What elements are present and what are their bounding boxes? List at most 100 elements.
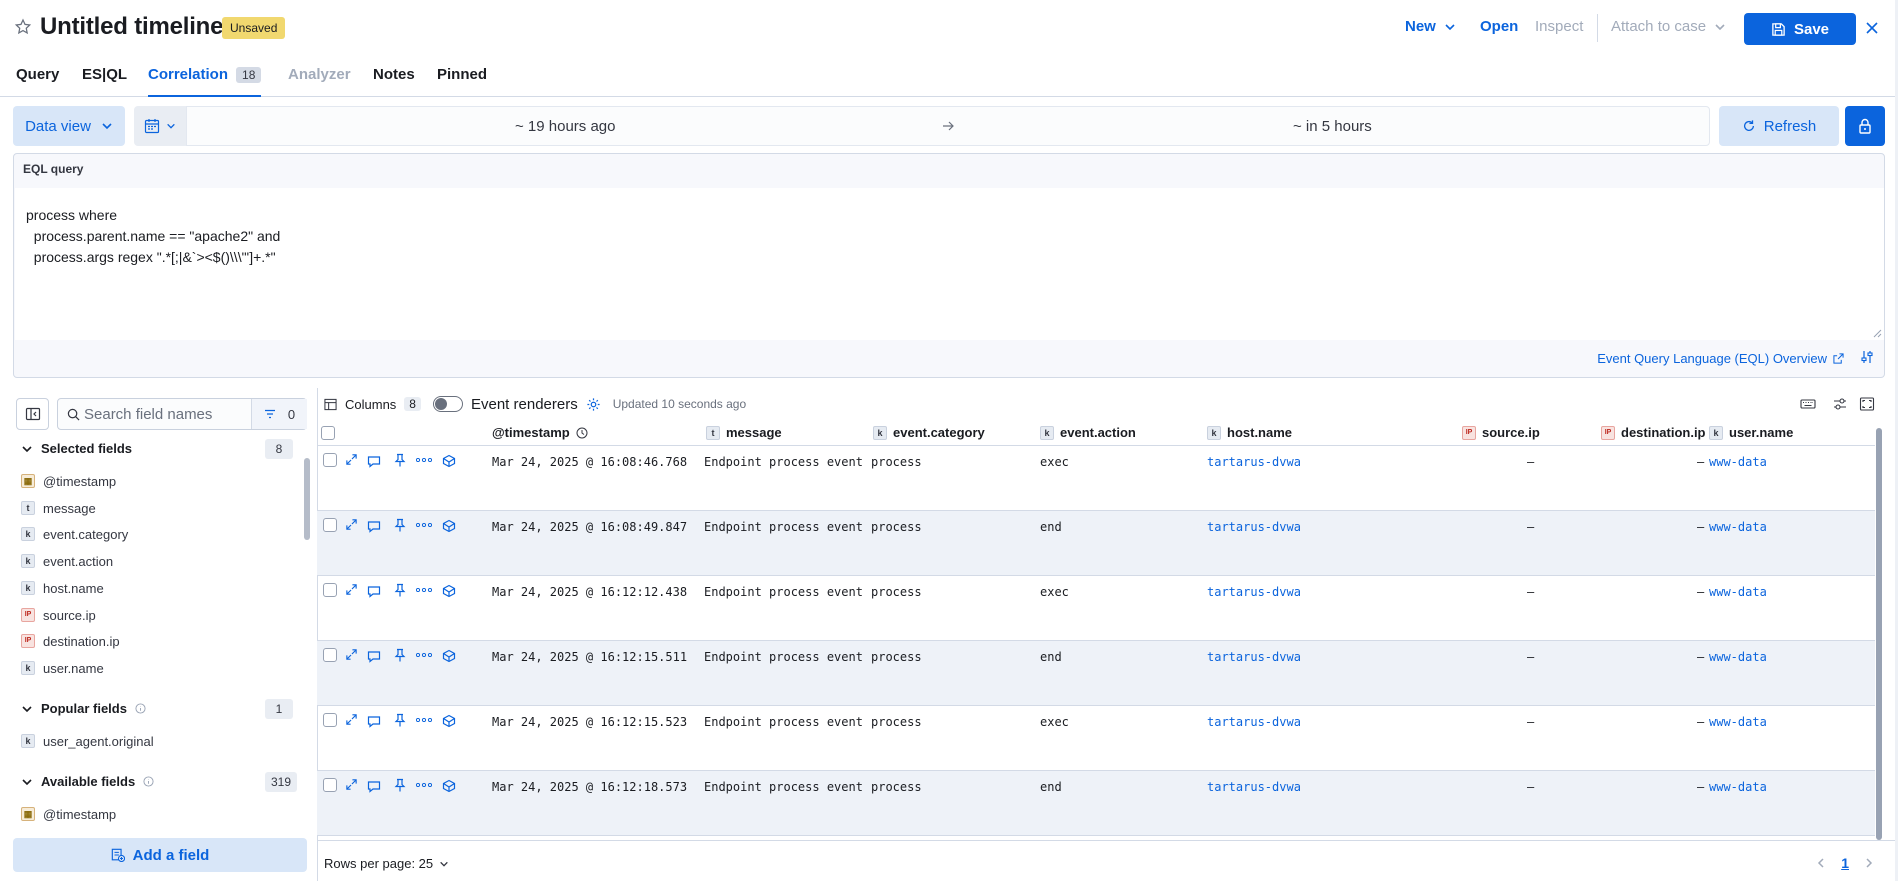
column-header-event-action[interactable]: k event.action (1040, 425, 1136, 440)
row-checkbox[interactable] (323, 583, 337, 597)
available-fields-header[interactable]: Available fields (21, 774, 154, 789)
row-checkbox[interactable] (323, 648, 337, 662)
selected-fields-header[interactable]: Selected fields (21, 441, 132, 456)
field-item[interactable]: k user_agent.original (21, 732, 154, 750)
expand-icon[interactable] (345, 518, 358, 531)
field-item[interactable]: t message (21, 499, 96, 517)
field-search-input[interactable] (84, 399, 254, 429)
quick-date-button[interactable] (134, 106, 186, 146)
cell-user-name[interactable]: www-data (1709, 455, 1767, 469)
tab-notes[interactable]: Notes (373, 66, 415, 97)
column-header-host-name[interactable]: k host.name (1207, 425, 1292, 440)
attach-to-case-button[interactable]: Attach to case (1611, 18, 1726, 35)
expand-icon[interactable] (345, 583, 358, 596)
cell-host-name[interactable]: tartarus-dvwa (1207, 455, 1301, 469)
table-row[interactable]: Mar 24, 2025 @ 16:08:46.768 Endpoint pro… (317, 446, 1875, 511)
cell-host-name[interactable]: tartarus-dvwa (1207, 585, 1301, 599)
page-1-button[interactable]: 1 (1841, 855, 1849, 871)
row-checkbox[interactable] (323, 713, 337, 727)
lock-button[interactable] (1845, 106, 1885, 146)
table-row[interactable]: Mar 24, 2025 @ 16:12:15.523 Endpoint pro… (317, 706, 1875, 771)
field-item[interactable]: k host.name (21, 579, 104, 597)
chevron-left-icon[interactable] (1815, 857, 1827, 869)
table-row[interactable]: Mar 24, 2025 @ 16:12:18.573 Endpoint pro… (317, 771, 1875, 836)
inspect-button[interactable]: Inspect (1535, 18, 1583, 35)
resize-handle-icon[interactable] (1872, 328, 1882, 338)
table-row[interactable]: Mar 24, 2025 @ 16:12:12.438 Endpoint pro… (317, 576, 1875, 641)
column-header-destination-ip[interactable]: IP destination.ip (1601, 425, 1706, 440)
table-row[interactable]: Mar 24, 2025 @ 16:12:15.511 Endpoint pro… (317, 641, 1875, 706)
cell-user-name[interactable]: www-data (1709, 650, 1767, 664)
field-filter-button[interactable]: 0 (251, 399, 307, 429)
fullscreen-icon[interactable] (1859, 396, 1875, 412)
row-checkbox[interactable] (323, 453, 337, 467)
table-row[interactable]: Mar 24, 2025 @ 16:08:49.847 Endpoint pro… (317, 511, 1875, 576)
start-date[interactable]: ~ 19 hours ago (515, 118, 616, 135)
eql-query-text[interactable]: process where process.parent.name == "ap… (26, 205, 280, 268)
star-icon[interactable] (14, 18, 32, 36)
sliders-icon[interactable] (1832, 396, 1848, 412)
more-icon[interactable] (416, 783, 432, 787)
timeline-title[interactable]: Untitled timeline (40, 13, 223, 41)
analyze-icon[interactable] (442, 454, 456, 468)
pin-icon[interactable] (394, 648, 406, 662)
more-icon[interactable] (416, 653, 432, 657)
analyze-icon[interactable] (442, 779, 456, 793)
columns-button[interactable]: Columns (345, 397, 396, 412)
analyze-icon[interactable] (442, 584, 456, 598)
gear-icon[interactable] (586, 397, 601, 412)
cell-user-name[interactable]: www-data (1709, 715, 1767, 729)
column-header-message[interactable]: t message (706, 425, 782, 440)
comment-icon[interactable] (367, 780, 381, 793)
comment-icon[interactable] (367, 520, 381, 533)
save-button[interactable]: Save (1744, 13, 1856, 45)
open-button[interactable]: Open (1480, 18, 1518, 35)
cell-user-name[interactable]: www-data (1709, 780, 1767, 794)
pin-icon[interactable] (394, 713, 406, 727)
eql-query-editor[interactable]: process where process.parent.name == "ap… (15, 188, 1884, 340)
field-item[interactable]: k event.category (21, 525, 128, 543)
expand-icon[interactable] (345, 778, 358, 791)
sidebar-toggle-button[interactable] (16, 398, 49, 430)
expand-icon[interactable] (345, 648, 358, 661)
field-item[interactable]: ▦ @timestamp (21, 805, 116, 823)
column-header-timestamp[interactable]: @timestamp (492, 425, 588, 440)
column-header-event-category[interactable]: k event.category (873, 425, 985, 440)
settings-icon[interactable] (1860, 350, 1874, 364)
field-item[interactable]: IP source.ip (21, 606, 96, 624)
more-icon[interactable] (416, 523, 432, 527)
cell-host-name[interactable]: tartarus-dvwa (1207, 780, 1301, 794)
more-icon[interactable] (416, 718, 432, 722)
cell-user-name[interactable]: www-data (1709, 520, 1767, 534)
comment-icon[interactable] (367, 715, 381, 728)
field-item[interactable]: IP destination.ip (21, 632, 120, 650)
more-icon[interactable] (416, 588, 432, 592)
add-field-button[interactable]: Add a field (13, 838, 307, 872)
event-renderers-toggle[interactable] (432, 396, 463, 412)
pin-icon[interactable] (394, 583, 406, 597)
cell-host-name[interactable]: tartarus-dvwa (1207, 715, 1301, 729)
analyze-icon[interactable] (442, 714, 456, 728)
refresh-button[interactable]: Refresh (1719, 106, 1839, 146)
comment-icon[interactable] (367, 650, 381, 663)
comment-icon[interactable] (367, 585, 381, 598)
analyze-icon[interactable] (442, 649, 456, 663)
field-item[interactable]: ▦ @timestamp (21, 472, 116, 490)
tab-analyzer[interactable]: Analyzer (288, 66, 351, 97)
table-scrollbar[interactable] (1876, 428, 1882, 840)
field-item[interactable]: k user.name (21, 659, 104, 677)
select-all-checkbox[interactable] (321, 426, 335, 440)
pin-icon[interactable] (394, 778, 406, 792)
pin-icon[interactable] (394, 453, 406, 467)
expand-icon[interactable] (345, 453, 358, 466)
fields-scrollbar[interactable] (304, 458, 310, 540)
end-date[interactable]: ~ in 5 hours (1293, 118, 1372, 135)
info-icon[interactable] (143, 776, 154, 787)
popular-fields-header[interactable]: Popular fields (21, 701, 146, 716)
chevron-right-icon[interactable] (1863, 857, 1875, 869)
rows-per-page-button[interactable]: Rows per page: 25 (324, 856, 449, 871)
close-icon[interactable] (1862, 18, 1882, 38)
tab-query[interactable]: Query (16, 66, 59, 97)
tab-pinned[interactable]: Pinned (437, 66, 487, 97)
row-checkbox[interactable] (323, 518, 337, 532)
